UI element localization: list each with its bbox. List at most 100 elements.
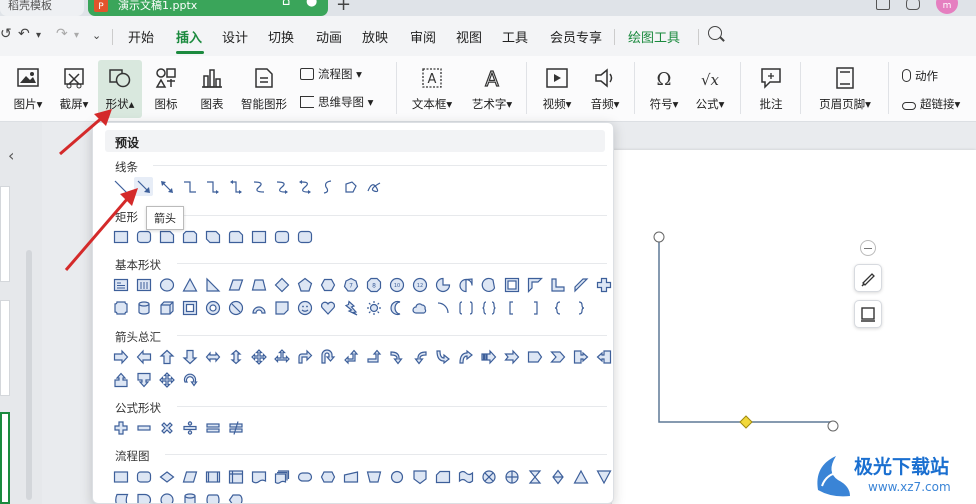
shape-fPre-icon[interactable] [203,467,222,486]
shape-button[interactable]: 形状▴ [98,60,142,118]
mindmap-button[interactable]: 思维导图 ▾ [300,94,373,110]
slide-thumbnail-selected[interactable] [0,412,10,504]
doc-tab-presentation[interactable]: P 演示文稿1.pptx ⌂ ● [88,0,328,16]
shape-calloutL-icon[interactable] [594,347,613,366]
shape-arBentUp-icon[interactable] [364,347,383,366]
shield-icon[interactable] [906,0,920,10]
shape-fCard-icon[interactable] [433,467,452,486]
shape-fManIn-icon[interactable] [341,467,360,486]
shape-scribble-icon[interactable] [364,177,383,196]
shape-fMerge-icon[interactable] [594,467,613,486]
shape-divide-icon[interactable] [180,418,199,437]
tab-dot-icon[interactable]: ● [306,0,317,8]
undo-icon[interactable]: ↶ [18,26,30,42]
shape-lightning-icon[interactable] [341,298,360,317]
menu-member[interactable]: 会员专享 [550,27,602,46]
shape-fDirect-icon[interactable] [203,490,222,503]
shape-pentArrow-icon[interactable] [525,347,544,366]
shape-arLR-icon[interactable] [203,347,222,366]
shape-notequal-icon[interactable] [226,418,245,437]
shape-curvearrow-icon[interactable] [272,177,291,196]
connector-shape[interactable] [640,226,860,438]
shape-ar4-icon[interactable] [157,370,176,389]
connector-adjust-handle[interactable] [739,415,753,429]
shape-lshape-icon[interactable] [548,275,567,294]
shape-rbrace-icon[interactable] [571,298,590,317]
shape-fDoc-icon[interactable] [249,467,268,486]
redo-dropdown-icon[interactable]: ▾ [74,30,79,41]
shape-curvedbl-icon[interactable] [295,177,314,196]
shape-dec-icon[interactable]: 10 [387,275,406,294]
shape-rrect-icon[interactable] [295,227,314,246]
shape-fManOp-icon[interactable] [364,467,383,486]
shape-foldcorner-icon[interactable] [272,298,291,317]
collapse-pane-icon[interactable]: ‹ [8,146,14,165]
shape-roundsnip-icon[interactable] [226,227,245,246]
shape-hexagon-icon[interactable] [318,275,337,294]
shape-fDisplay-icon[interactable] [226,490,245,503]
shape-arU-icon[interactable] [157,347,176,366]
menu-insert[interactable]: 插入 [176,27,202,46]
comment-button[interactable]: 批注 [748,60,794,118]
chart-button[interactable]: 图表 [192,60,232,118]
shape-lbracket-icon[interactable] [502,298,521,317]
shape-elbow-icon[interactable] [180,177,199,196]
tab-cloud-icon[interactable]: ⌂ [282,0,290,8]
shape-textv-icon[interactable] [134,275,153,294]
shape-sun-icon[interactable] [364,298,383,317]
menu-animation[interactable]: 动画 [316,27,342,46]
shape-rbracket-icon[interactable] [525,298,544,317]
menu-slideshow[interactable]: 放映 [362,27,388,46]
shape-fSeq-icon[interactable] [157,490,176,503]
customize-quickaccess-icon[interactable]: ⌄ [92,29,101,42]
shape-rtri-icon[interactable] [203,275,222,294]
shape-fDelay-icon[interactable] [134,490,153,503]
shape-rrect-icon[interactable] [272,227,291,246]
redo-icon[interactable]: ↷ [56,26,68,42]
shape-triangle-icon[interactable] [180,275,199,294]
shape-lbrace-icon[interactable] [548,298,567,317]
shape-line-icon[interactable] [111,177,130,196]
shape-dblarrow-icon[interactable] [157,177,176,196]
shape-frame-icon[interactable] [502,275,521,294]
shape-pentagon-icon[interactable] [295,275,314,294]
shape-fData-icon[interactable] [180,467,199,486]
connector-start-handle[interactable] [653,231,665,243]
shape-fDec-icon[interactable] [157,467,176,486]
shape-snipd-icon[interactable] [203,227,222,246]
smart-graphic-button[interactable]: 智能图形 [236,60,292,118]
slide-thumbnail[interactable] [0,186,10,282]
connector-end-handle[interactable] [827,420,839,432]
symbol-button[interactable]: Ω 符号▾ [642,60,686,118]
shape-arStripe-icon[interactable] [479,347,498,366]
shape-fSort-icon[interactable] [548,467,567,486]
float-style-button[interactable] [854,264,882,292]
shape-fInt-icon[interactable] [226,467,245,486]
shape-arBent-icon[interactable] [295,347,314,366]
shape-fTape-icon[interactable] [456,467,475,486]
shape-dblbrace-icon[interactable] [479,298,498,317]
shape-scurve-icon[interactable] [318,177,337,196]
shape-textrect-icon[interactable] [111,275,130,294]
shape-cross-icon[interactable] [594,275,613,294]
header-footer-button[interactable]: 页眉页脚▾ [808,60,882,118]
shape-cloud-icon[interactable] [410,298,429,317]
shape-ar3-icon[interactable] [272,347,291,366]
shape-fConn-icon[interactable] [387,467,406,486]
shape-fCollate-icon[interactable] [525,467,544,486]
shape-arR-icon[interactable] [111,347,130,366]
shape-fPrep-icon[interactable] [318,467,337,486]
search-icon[interactable] [708,26,722,40]
shape-fOff-icon[interactable] [410,467,429,486]
hyperlink-button[interactable]: 超链接▾ [902,96,960,112]
shape-chevron-icon[interactable] [548,347,567,366]
shape-arNotch-icon[interactable] [502,347,521,366]
shape-minus-icon[interactable] [134,418,153,437]
shape-rect-icon[interactable] [249,227,268,246]
connector-line[interactable] [658,237,831,423]
shape-tear-icon[interactable] [456,275,475,294]
shape-smiley-icon[interactable] [295,298,314,317]
menu-tools[interactable]: 工具 [502,27,528,46]
shape-dblbracket-icon[interactable] [456,298,475,317]
menu-drawing-tools[interactable]: 绘图工具 [628,27,680,46]
